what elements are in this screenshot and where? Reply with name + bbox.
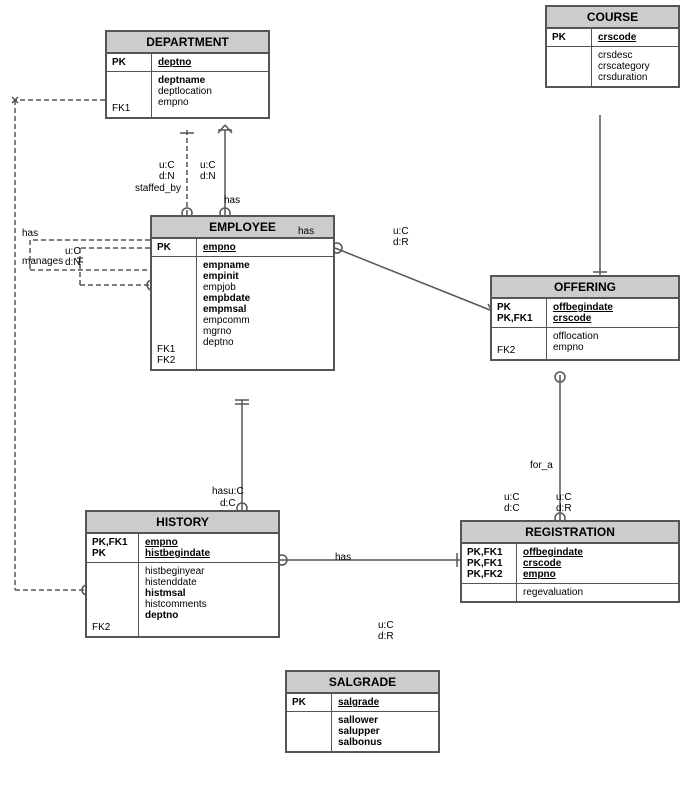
- label-uc-manages: u:C: [65, 246, 81, 257]
- hist-attr-2: histenddate: [145, 577, 207, 588]
- reg-pk2-label: PK,FK1: [467, 558, 511, 569]
- hist-attr-1: histbeginyear: [145, 566, 207, 577]
- dept-attr-2: deptlocation: [158, 86, 212, 97]
- label-dc-off-reg-1: d:C: [504, 503, 520, 514]
- diagram-container: COURSE PK crscode crsdesc crscategory cr…: [0, 0, 690, 803]
- dept-attr-1: deptname: [158, 75, 212, 86]
- label-dn-dept-has: d:N: [200, 171, 216, 182]
- emp-fk2-label: FK2: [157, 355, 191, 366]
- label-uc-emp-off: u:C: [393, 226, 409, 237]
- course-pk-label: PK: [552, 32, 586, 43]
- label-staffed-by: staffed_by: [135, 183, 181, 194]
- label-hasu-hist: hasu:C: [212, 486, 244, 497]
- hist-pk2-label: PK: [92, 548, 133, 559]
- emp-attr-5: empmsal: [203, 304, 250, 315]
- hist-attr-5: deptno: [145, 610, 207, 621]
- offering-pk-attr-1: offbegindate: [553, 302, 613, 313]
- history-entity: HISTORY PK,FK1 PK empno histbegindate FK…: [85, 510, 280, 638]
- employee-entity: EMPLOYEE PK empno FK1 FK2 empname empini…: [150, 215, 335, 371]
- registration-entity: REGISTRATION PK,FK1 PK,FK1 PK,FK2 offbeg…: [460, 520, 680, 603]
- label-dr-emp-off: d:R: [393, 237, 409, 248]
- label-uc-off-reg-1: u:C: [504, 492, 520, 503]
- offering-pk-attr-2: crscode: [553, 313, 613, 324]
- reg-pk-attr-1: offbegindate: [523, 547, 583, 558]
- label-dr-hist-reg: d:R: [378, 631, 394, 642]
- emp-attr-6: empcomm: [203, 315, 250, 326]
- reg-pk3-label: PK,FK2: [467, 569, 511, 580]
- offering-entity: OFFERING PK PK,FK1 offbegindate crscode …: [490, 275, 680, 361]
- emp-attr-1: empname: [203, 260, 250, 271]
- hist-attr-4: histcomments: [145, 599, 207, 610]
- reg-pk-attr-3: empno: [523, 569, 583, 580]
- department-entity: DEPARTMENT PK deptno FK1 deptname deptlo…: [105, 30, 270, 119]
- course-attr-3: crsduration: [598, 72, 650, 83]
- hist-fk2-label: FK2: [92, 622, 133, 633]
- label-has-dept-emp: has: [224, 195, 240, 206]
- label-dn-manages: d:N: [65, 257, 81, 268]
- dept-pk-label: PK: [112, 57, 146, 68]
- offering-pk1-label: PK: [497, 302, 541, 313]
- hist-attr-3: histmsal: [145, 588, 207, 599]
- label-dr-off-reg-2: d:R: [556, 503, 572, 514]
- label-uc-off-reg-2: u:C: [556, 492, 572, 503]
- department-title: DEPARTMENT: [107, 32, 268, 54]
- offering-attr-2: empno: [553, 342, 598, 353]
- sal-attr-1: sallower: [338, 715, 382, 726]
- label-manages: manages: [22, 256, 63, 267]
- emp-attr-3: empjob: [203, 282, 250, 293]
- emp-fk1-label: FK1: [157, 344, 191, 355]
- label-has-hist-reg: has: [335, 552, 351, 563]
- course-entity: COURSE PK crscode crsdesc crscategory cr…: [545, 5, 680, 88]
- emp-attr-7: mgrno: [203, 326, 250, 337]
- sal-attr-3: salbonus: [338, 737, 382, 748]
- hist-pk-attr-2: histbegindate: [145, 548, 210, 559]
- reg-pk1-label: PK,FK1: [467, 547, 511, 558]
- offering-attr-1: offlocation: [553, 331, 598, 342]
- dept-attr-3: empno: [158, 97, 212, 108]
- sal-attr-2: salupper: [338, 726, 382, 737]
- reg-pk-attr-2: crscode: [523, 558, 583, 569]
- salgrade-entity: SALGRADE PK salgrade sallower salupper s…: [285, 670, 440, 753]
- label-for-a: for_a: [530, 460, 553, 471]
- label-dn-dept-staffed: d:N: [159, 171, 175, 182]
- hist-pk-attr-1: empno: [145, 537, 210, 548]
- label-dc-hist: d:C: [220, 498, 236, 509]
- salgrade-title: SALGRADE: [287, 672, 438, 694]
- emp-attr-2: empinit: [203, 271, 250, 282]
- course-attr-2: crscategory: [598, 61, 650, 72]
- emp-attr-8: deptno: [203, 337, 250, 348]
- course-pk-attr: crscode: [598, 32, 636, 43]
- course-attr-1: crsdesc: [598, 50, 650, 61]
- history-title: HISTORY: [87, 512, 278, 534]
- registration-title: REGISTRATION: [462, 522, 678, 544]
- label-uc-dept-staffed: u:C: [159, 160, 175, 171]
- dept-fk1-label: FK1: [112, 103, 146, 114]
- emp-pk-attr: empno: [203, 242, 236, 253]
- label-uc-dept-has: u:C: [200, 160, 216, 171]
- label-uc-hist-reg: u:C: [378, 620, 394, 631]
- emp-pk-label: PK: [157, 242, 191, 253]
- sal-pk-label: PK: [292, 697, 326, 708]
- label-has-left: has: [22, 228, 38, 239]
- reg-attr-1: regevaluation: [523, 587, 583, 598]
- label-has-emp-off: has: [298, 226, 314, 237]
- offering-title: OFFERING: [492, 277, 678, 299]
- sal-pk-attr: salgrade: [338, 697, 379, 708]
- hist-pk1-label: PK,FK1: [92, 537, 133, 548]
- dept-pk-attr: deptno: [158, 57, 191, 68]
- emp-attr-4: empbdate: [203, 293, 250, 304]
- offering-pk2-label: PK,FK1: [497, 313, 541, 324]
- offering-fk2-label: FK2: [497, 345, 541, 356]
- course-title: COURSE: [547, 7, 678, 29]
